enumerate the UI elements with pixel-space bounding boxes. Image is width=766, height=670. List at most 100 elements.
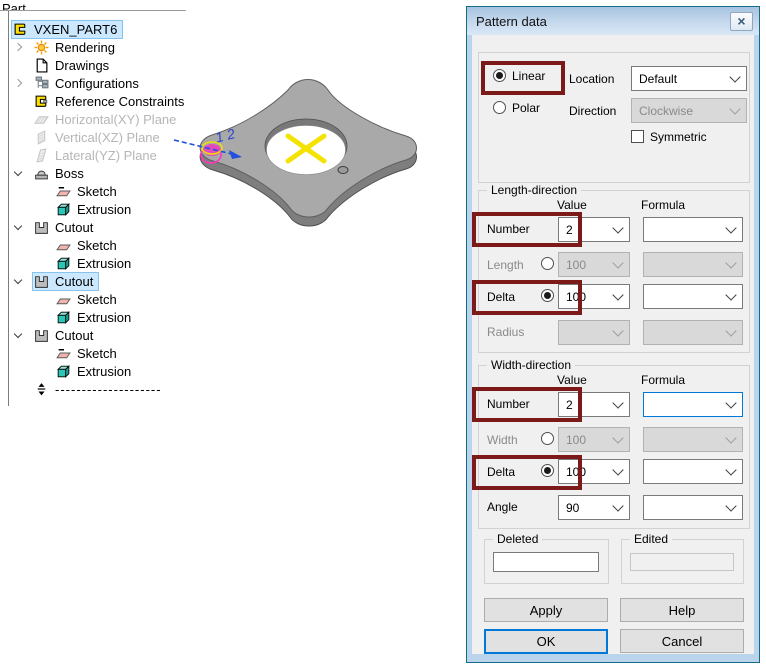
width-direction-group: Width-direction Value Formula Number 2 W… xyxy=(478,365,750,529)
chevron-down-icon xyxy=(729,103,740,114)
width-value-select[interactable]: 100 xyxy=(558,427,630,452)
chevron-down-icon xyxy=(725,397,736,408)
width-formula-select[interactable] xyxy=(643,427,743,452)
tree-item-rendering[interactable]: Rendering xyxy=(9,38,186,56)
width-radio[interactable] xyxy=(541,432,554,445)
location-select[interactable]: Default xyxy=(631,66,747,91)
chevron-right-icon[interactable] xyxy=(14,43,22,51)
chevron-down-icon[interactable] xyxy=(14,276,22,284)
number-label: Number xyxy=(487,397,530,411)
chevron-down-icon xyxy=(725,432,736,443)
tree-item-part-root[interactable]: VXEN_PART6 xyxy=(9,20,186,38)
chevron-down-icon xyxy=(612,432,623,443)
delta-radio[interactable] xyxy=(541,464,554,477)
tree-item-horizontal-plane[interactable]: Horizontal(XY) Plane xyxy=(9,110,186,128)
tree-item-drawings[interactable]: Drawings xyxy=(9,56,186,74)
symmetric-checkbox[interactable] xyxy=(631,130,644,143)
location-label: Location xyxy=(569,72,614,86)
tree-item-label: Extrusion xyxy=(75,364,133,379)
tree-item-extrusion[interactable]: Extrusion xyxy=(9,308,186,326)
chevron-down-icon xyxy=(612,289,623,300)
length-number-formula-select[interactable] xyxy=(643,217,743,242)
tree-item-boss[interactable]: Boss xyxy=(9,164,186,182)
chevron-down-icon[interactable] xyxy=(14,168,22,176)
close-icon[interactable]: × xyxy=(730,12,753,31)
plane-icon xyxy=(33,148,49,163)
length-radio[interactable] xyxy=(541,257,554,270)
deleted-field[interactable] xyxy=(493,552,599,572)
edited-field xyxy=(630,553,734,571)
radius-value-select[interactable] xyxy=(558,320,630,345)
length-number-value-select[interactable]: 2 xyxy=(558,217,630,242)
tree-item-label: Extrusion xyxy=(75,310,133,325)
tree-item-reference-constraints[interactable]: Reference Constraints xyxy=(9,92,186,110)
extrusion-icon xyxy=(55,364,71,379)
tree-item-extrusion[interactable]: Extrusion xyxy=(9,254,186,272)
tree-item-lateral-plane[interactable]: Lateral(YZ) Plane xyxy=(9,146,186,164)
tree-item-extrusion[interactable]: Extrusion xyxy=(9,200,186,218)
tree-item-end-marker[interactable]: -------------------- xyxy=(9,380,186,398)
width-number-value-select[interactable]: 2 xyxy=(558,392,630,417)
deleted-group: Deleted xyxy=(484,539,609,584)
dialog-title: Pattern data xyxy=(476,14,547,29)
polar-radio[interactable] xyxy=(493,101,506,114)
tree-item-label: Sketch xyxy=(75,184,119,199)
chevron-down-icon xyxy=(612,397,623,408)
width-direction-title: Width-direction xyxy=(487,358,575,372)
linear-label: Linear xyxy=(512,69,545,83)
tree-item-configurations[interactable]: Configurations xyxy=(9,74,186,92)
drawings-page-icon xyxy=(33,58,49,73)
chevron-down-icon xyxy=(725,325,736,336)
angle-formula-select[interactable] xyxy=(643,495,743,520)
tree-item-sketch[interactable]: Sketch xyxy=(9,290,186,308)
tree-item-cutout[interactable]: Cutout xyxy=(9,218,186,236)
tree-item-sketch[interactable]: Sketch xyxy=(9,344,186,362)
tree-item-label: Sketch xyxy=(75,292,119,307)
chevron-down-icon[interactable] xyxy=(14,330,22,338)
pattern-data-dialog: Pattern data × Linear Polar Location Def… xyxy=(466,6,760,663)
linear-radio[interactable] xyxy=(493,69,506,82)
tree-item-cutout-selected[interactable]: Cutout xyxy=(9,272,186,290)
tree-item-sketch[interactable]: Sketch xyxy=(9,182,186,200)
chevron-right-icon[interactable] xyxy=(14,79,22,87)
direction-label: Direction xyxy=(569,104,616,118)
value-header: Value xyxy=(557,373,587,387)
tree-item-sketch[interactable]: Sketch xyxy=(9,236,186,254)
width-number-formula-select[interactable] xyxy=(643,392,743,417)
tree-item-label: Sketch xyxy=(75,238,119,253)
sketch-icon xyxy=(55,184,71,199)
deleted-title: Deleted xyxy=(493,532,542,546)
direction-select[interactable]: Clockwise xyxy=(631,98,747,123)
tree-item-vertical-plane[interactable]: Vertical(XZ) Plane xyxy=(9,128,186,146)
chevron-down-icon[interactable] xyxy=(14,222,22,230)
cancel-button[interactable]: Cancel xyxy=(620,629,744,653)
length-delta-formula-select[interactable] xyxy=(643,284,743,309)
apply-button[interactable]: Apply xyxy=(484,598,608,622)
plane-icon xyxy=(33,130,49,145)
ok-button[interactable]: OK xyxy=(484,629,608,654)
angle-value-select[interactable]: 90 xyxy=(558,495,630,520)
length-direction-group: Length-direction Value Formula Number 2 … xyxy=(478,190,750,353)
chevron-down-icon xyxy=(725,222,736,233)
length-direction-title: Length-direction xyxy=(487,183,581,197)
length-label: Length xyxy=(487,258,524,272)
length-formula-select[interactable] xyxy=(643,252,743,277)
tree-item-label: Reference Constraints xyxy=(53,94,186,109)
chevron-down-icon xyxy=(612,500,623,511)
help-button[interactable]: Help xyxy=(620,598,744,622)
width-delta-value-select[interactable]: 100 xyxy=(558,459,630,484)
radius-formula-select[interactable] xyxy=(643,320,743,345)
number-label: Number xyxy=(487,222,530,236)
length-delta-value-select[interactable]: 100 xyxy=(558,284,630,309)
sketch-icon xyxy=(55,238,71,253)
tree-item-label: Cutout xyxy=(53,328,95,343)
panel-header: Part xyxy=(0,0,186,11)
length-value-select[interactable]: 100 xyxy=(558,252,630,277)
tree-item-cutout[interactable]: Cutout xyxy=(9,326,186,344)
delta-radio[interactable] xyxy=(541,289,554,302)
width-delta-formula-select[interactable] xyxy=(643,459,743,484)
tree-item-extrusion[interactable]: Extrusion xyxy=(9,362,186,380)
configurations-icon xyxy=(33,76,49,91)
dialog-titlebar[interactable]: Pattern data × xyxy=(467,7,759,35)
chevron-down-icon xyxy=(725,257,736,268)
